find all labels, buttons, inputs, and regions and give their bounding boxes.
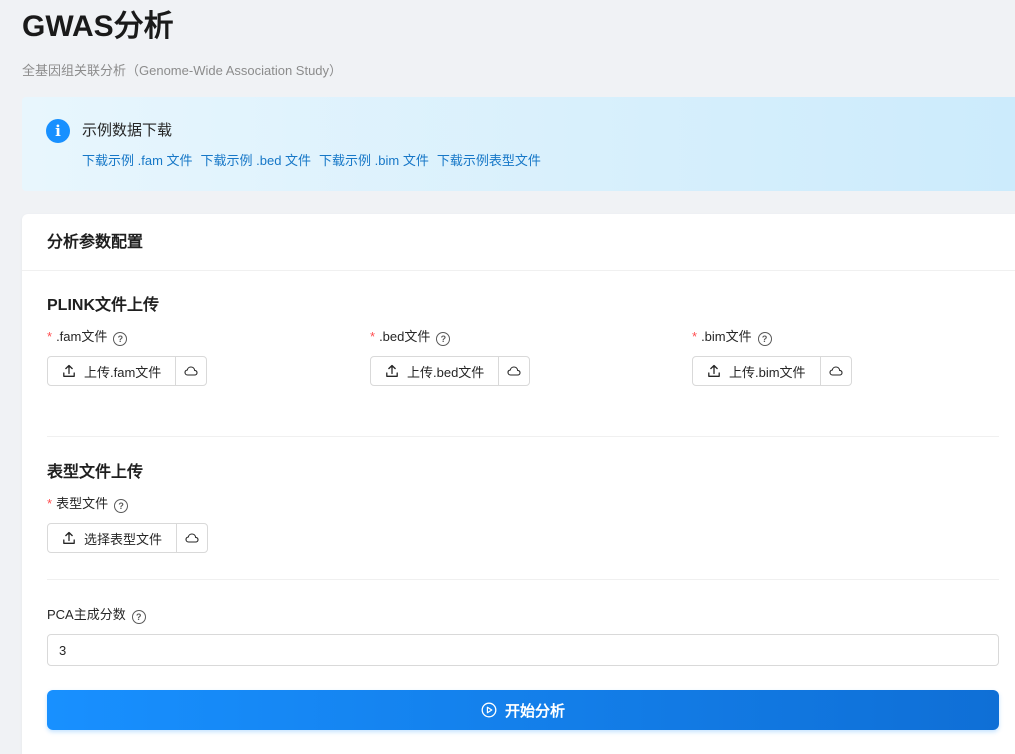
help-icon[interactable]: ? <box>114 499 129 513</box>
download-fam-link[interactable]: 下载示例 .fam 文件 <box>82 153 193 168</box>
upload-bed-button[interactable]: 上传.bed文件 <box>371 357 500 385</box>
help-icon[interactable]: ? <box>131 610 146 624</box>
bed-field-label: * .bed文件? <box>370 328 451 346</box>
bim-upload-group: 上传.bim文件 <box>692 356 852 386</box>
upload-icon <box>63 531 75 544</box>
download-bed-link[interactable]: 下载示例 .bed 文件 <box>201 153 312 168</box>
divider <box>47 579 999 580</box>
phenotype-section-title: 表型文件上传 <box>47 464 144 481</box>
start-analysis-button[interactable]: 开始分析 <box>47 690 999 730</box>
card-header: 分析参数配置 <box>22 214 1015 271</box>
banner-title: 示例数据下载 <box>82 122 173 139</box>
cloud-select-bim-button[interactable] <box>821 357 851 385</box>
help-icon[interactable]: ? <box>757 332 772 346</box>
help-icon[interactable]: ? <box>436 332 451 346</box>
upload-fam-button[interactable]: 上传.fam文件 <box>48 357 177 385</box>
page-subtitle: 全基因组关联分析（Genome-Wide Association Study） <box>22 63 343 78</box>
cloud-select-bed-button[interactable] <box>499 357 529 385</box>
fam-field-label: * .fam文件? <box>47 328 128 346</box>
sample-data-banner: i 示例数据下载 下载示例 .fam 文件 下载示例 .bed 文件 下载示例 .b… <box>22 97 1015 191</box>
config-card: 分析参数配置 PLINK文件上传 * .fam文件? 上传.fam文件 * .bed… <box>22 214 1015 754</box>
download-links: 下载示例 .fam 文件 下载示例 .bed 文件 下载示例 .bim 文件 下载示例… <box>82 152 549 170</box>
info-icon: i <box>46 119 70 143</box>
play-circle-icon <box>481 702 497 718</box>
cloud-select-phenotype-button[interactable] <box>177 524 207 552</box>
bim-field-label: * .bim文件? <box>692 328 772 346</box>
phenotype-upload-group: 选择表型文件 <box>47 523 209 553</box>
fam-upload-group: 上传.fam文件 <box>47 356 208 386</box>
upload-icon <box>386 364 398 377</box>
help-icon[interactable]: ? <box>113 332 128 346</box>
upload-bim-button[interactable]: 上传.bim文件 <box>693 357 821 385</box>
page-title: GWAS分析 <box>22 10 174 43</box>
plink-section-title: PLINK文件上传 <box>47 297 160 314</box>
bed-upload-group: 上传.bed文件 <box>370 356 531 386</box>
card-title: 分析参数配置 <box>47 234 144 251</box>
pca-components-input[interactable] <box>47 634 999 666</box>
divider <box>47 436 999 437</box>
upload-icon <box>708 364 720 377</box>
select-phenotype-button[interactable]: 选择表型文件 <box>48 524 178 552</box>
upload-icon <box>63 364 75 377</box>
cloud-select-fam-button[interactable] <box>176 357 206 385</box>
download-bim-link[interactable]: 下载示例 .bim 文件 <box>319 153 429 168</box>
phenotype-field-label: * 表型文件? <box>47 495 129 513</box>
cloud-icon <box>829 366 843 376</box>
download-phenotype-link[interactable]: 下载示例表型文件 <box>437 153 541 168</box>
cloud-icon <box>507 366 521 376</box>
cloud-icon <box>184 366 198 376</box>
pca-field-label: PCA主成分数? <box>47 606 146 624</box>
cloud-icon <box>185 533 199 543</box>
